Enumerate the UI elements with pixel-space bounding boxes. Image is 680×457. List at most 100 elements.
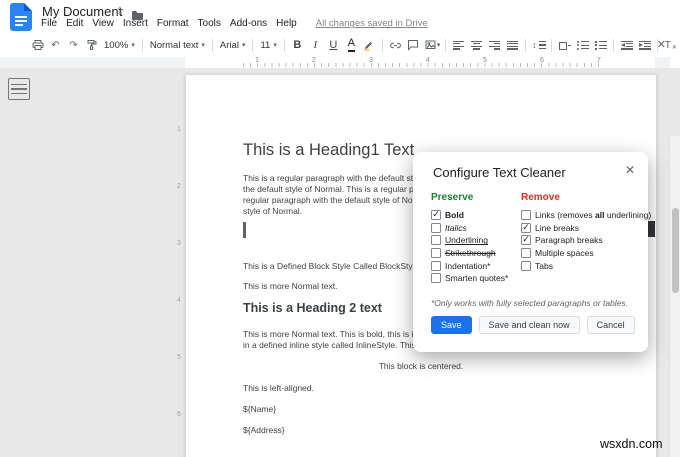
italic-button[interactable]: I [308,36,323,54]
numbered-list-icon[interactable] [593,36,608,54]
align-center-icon[interactable] [469,36,484,54]
preserve-option-italics[interactable]: Italics [431,222,508,235]
doc-address-placeholder[interactable]: ${Address} [243,425,599,435]
remove-option-paragraph-breaks[interactable]: ✓ Paragraph breaks [521,234,651,247]
show-outline-icon[interactable] [8,78,30,100]
undo-icon[interactable]: ↶ [48,36,63,54]
remove-option-tabs[interactable]: Tabs [521,259,651,272]
menu-format[interactable]: Format [157,18,189,29]
option-label: Bold [445,210,464,221]
checkbox[interactable] [521,260,531,271]
bold-button[interactable]: B [290,36,305,54]
close-icon[interactable]: ✕ [625,163,635,177]
add-comment-icon[interactable] [406,36,421,54]
redo-icon[interactable]: ↷ [66,36,81,54]
indent-decrease-icon[interactable] [619,36,634,54]
save-and-clean-button[interactable]: Save and clean now [478,316,580,334]
indent-increase-icon[interactable] [637,36,652,54]
option-label: Tabs [535,260,553,271]
toolbar-separator [141,38,143,52]
font-size-select[interactable]: 11 ▾ [258,40,278,51]
save-button[interactable]: Save [431,316,472,334]
remove-heading: Remove [521,192,560,203]
menu-file[interactable]: File [41,18,57,29]
checkbox[interactable] [431,248,441,259]
checkbox[interactable]: ✓ [521,222,531,233]
chevron-down-icon: ▾ [436,41,441,49]
preserve-option-strikethrough[interactable]: Strikethrough [431,247,508,260]
remove-option-multiple-spaces[interactable]: Multiple spaces [521,247,651,260]
option-label: Smarten quotes* [445,273,509,284]
checkbox[interactable] [521,248,531,259]
document-title[interactable]: My Document [42,4,122,19]
option-label: Indentation* [445,260,491,271]
checkbox[interactable] [431,235,441,246]
ruler-mark: 5 [483,57,487,64]
doc-name-placeholder[interactable]: ${Name} [243,404,599,414]
print-icon[interactable] [30,36,45,54]
toolbar-separator [381,38,383,52]
checklist-icon[interactable] [557,36,572,54]
preserve-column: Preserve ✓ Bold Italics Underlining Stri… [431,192,508,285]
zoom-select[interactable]: 100% ▾ [102,40,137,51]
option-label: Underlining [445,235,488,246]
dialog-title: Configure Text Cleaner [433,165,566,180]
menu-addons[interactable]: Add-ons [230,18,267,29]
remove-option-links[interactable]: Links (removes all underlining) [521,209,651,222]
docs-logo-icon[interactable] [10,3,32,31]
doc-heading1[interactable]: This is a Heading1 Text [243,141,414,160]
remove-option-line-breaks[interactable]: ✓ Line breaks [521,222,651,235]
doc-centered-line[interactable]: This block is centered. [243,361,599,371]
toolbar-close-icon[interactable]: ✕ [657,38,666,51]
vertical-scrollbar[interactable] [669,136,680,457]
doc-heading2[interactable]: This is a Heading 2 text [243,301,382,315]
preserve-option-bold[interactable]: ✓ Bold [431,209,508,222]
align-right-icon[interactable] [487,36,502,54]
ruler-ticks [243,63,599,67]
save-status-link[interactable]: All changes saved in Drive [316,18,428,29]
toolbar-separator [445,38,447,52]
checkbox[interactable] [431,260,441,271]
bulleted-list-icon[interactable] [575,36,590,54]
text-color-button[interactable]: A [344,36,359,54]
text-cursor [243,222,246,238]
paragraph-style-select[interactable]: Normal text ▾ [148,40,207,51]
preserve-option-underlining[interactable]: Underlining [431,234,508,247]
toolbar-separator [551,38,553,52]
horizontal-ruler[interactable]: 1 2 3 4 5 6 7 [0,57,670,68]
star-icon[interactable]: ☆ [114,4,125,18]
vruler-mark: 2 [177,183,181,190]
doc-left-aligned-line[interactable]: This is left-aligned. [243,383,599,393]
preserve-heading: Preserve [431,192,474,203]
highlight-color-icon[interactable] [362,36,377,54]
align-left-icon[interactable] [451,36,466,54]
menu-view[interactable]: View [92,18,114,29]
chevron-down-icon: ▾ [273,41,277,49]
checkbox[interactable]: ✓ [431,210,441,221]
checkbox[interactable] [431,273,441,284]
checkbox[interactable]: ✓ [521,235,531,246]
insert-image-icon[interactable]: ▾ [424,36,441,54]
checkbox[interactable] [521,210,531,221]
underline-button[interactable]: U [326,36,341,54]
paint-format-icon[interactable] [84,36,99,54]
menu-edit[interactable]: Edit [66,18,83,29]
insert-link-icon[interactable] [388,36,403,54]
updown-arrow-icon: ↕ [532,39,537,50]
font-size-value: 11 [260,39,271,51]
checkbox[interactable] [431,222,441,233]
menu-tools[interactable]: Tools [198,18,221,29]
preserve-option-smarten-quotes[interactable]: Smarten quotes* [431,272,508,285]
vruler-mark: 6 [177,411,181,418]
scrollbar-thumb[interactable] [672,208,679,293]
line-spacing-icon[interactable]: ↕ [531,36,546,54]
preserve-option-indentation[interactable]: Indentation* [431,259,508,272]
option-label: Italics [445,222,467,233]
cancel-button[interactable]: Cancel [586,316,635,334]
dialog-footnote: *Only works with fully selected paragrap… [431,298,629,308]
menu-help[interactable]: Help [276,18,297,29]
ruler-mark: 3 [369,57,373,64]
font-select[interactable]: Arial ▾ [218,40,248,51]
menu-insert[interactable]: Insert [123,18,148,29]
align-justify-icon[interactable] [505,36,520,54]
